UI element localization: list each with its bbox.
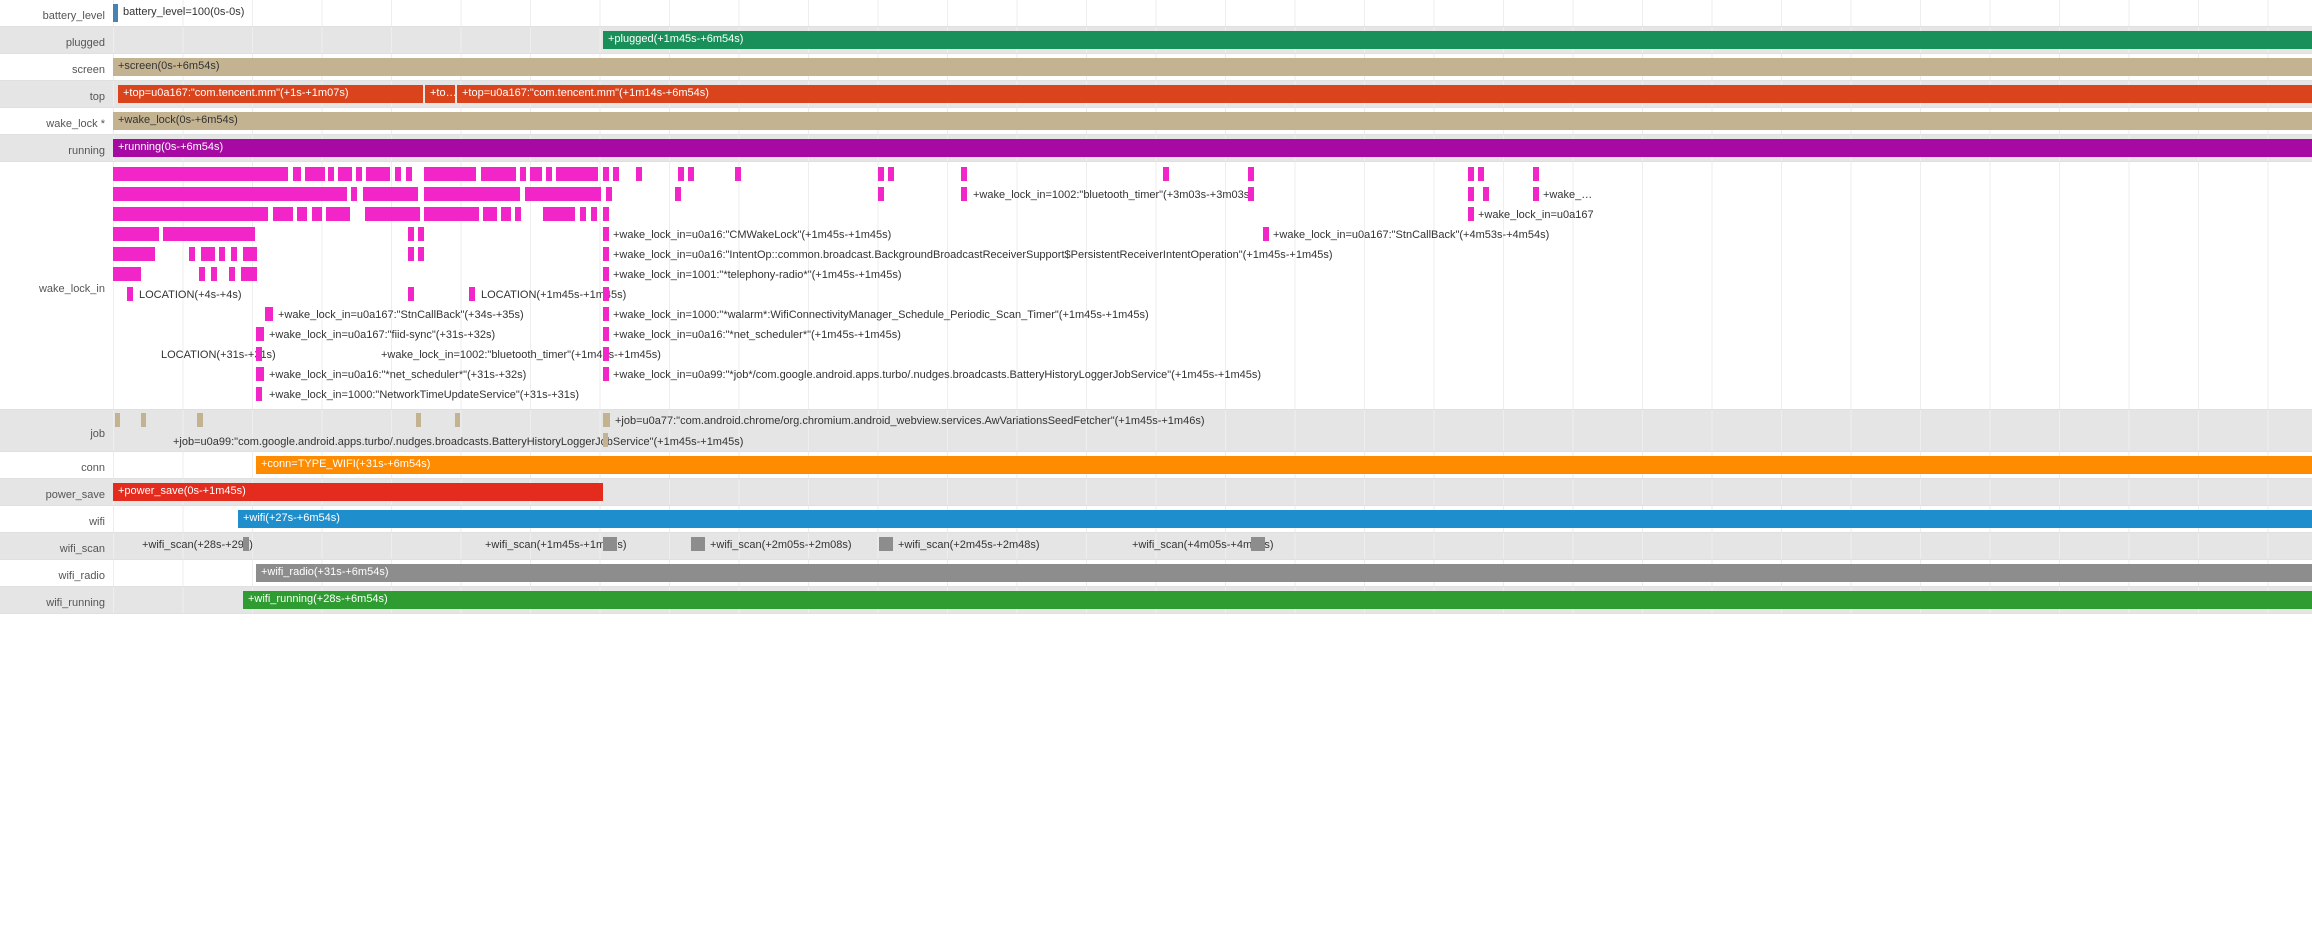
wl-lane-1 xyxy=(113,165,2312,185)
label-wake-lock: wake_lock * xyxy=(0,108,113,134)
wl-lane-4: +wake_lock_in=u0a16:"CMWakeLock"(+1m45s-… xyxy=(113,225,2312,245)
track-conn[interactable]: +conn=TYPE_WIFI(+31s-+6m54s) xyxy=(113,452,2312,478)
wl-l3: +wake_lock_in=u0a16:"*net_scheduler*"(+3… xyxy=(269,365,526,381)
wl-l14: +wake_lock_in=u0a167 xyxy=(1478,205,1594,221)
bar-wifi[interactable]: +wifi(+27s-+6m54s) xyxy=(238,510,2312,528)
wl-l6: +wake_lock_in=u0a16:"CMWakeLock"(+1m45s-… xyxy=(613,225,891,241)
wl-lane-11: +wake_lock_in=u0a16:"*net_scheduler*"(+3… xyxy=(113,365,2312,385)
wl-l10: +wake_lock_in=u0a16:"*net_scheduler*"(+1… xyxy=(613,325,901,341)
label-wifi: wifi xyxy=(0,506,113,532)
wl-l2: +wake_lock_in=u0a167:"fiid-sync"(+31s-+3… xyxy=(269,325,495,341)
wl-l15: +wake_… xyxy=(1543,185,1592,201)
bar-top-2[interactable]: +to… xyxy=(425,85,455,103)
wl-lane-6: +wake_lock_in=1001:"*telephony-radio*"(+… xyxy=(113,265,2312,285)
wl-blk[interactable] xyxy=(113,167,288,181)
wl-lane-3: +wake_lock_in=u0a167 xyxy=(113,205,2312,225)
label-screen: screen xyxy=(0,54,113,80)
job-t2: +job=u0a77:"com.android.chrome/org.chrom… xyxy=(615,411,1204,427)
wl-lane-9: +wake_lock_in=u0a167:"fiid-sync"(+31s-+3… xyxy=(113,325,2312,345)
row-wifi-running: wifi_running +wifi_running(+28s-+6m54s) xyxy=(0,587,2312,614)
row-top: top +top=u0a167:"com.tencent.mm"(+1s-+1m… xyxy=(0,81,2312,108)
ws3: +wifi_scan(+2m05s-+2m08s) xyxy=(710,535,852,551)
wl-l11: +wake_lock_in=u0a99:"*job*/com.google.an… xyxy=(613,365,1261,381)
wl-lane-10: LOCATION(+31s-+31s) +wake_lock_in=1002:"… xyxy=(113,345,2312,365)
bar-battery-level[interactable] xyxy=(113,4,118,22)
track-wifi[interactable]: +wifi(+27s-+6m54s) xyxy=(113,506,2312,532)
row-wifi-radio: wifi_radio +wifi_radio(+31s-+6m54s) xyxy=(0,560,2312,587)
row-power-save: power_save +power_save(0s-+1m45s) xyxy=(0,479,2312,506)
bar-top-3[interactable]: +top=u0a167:"com.tencent.mm"(+1m14s-+6m5… xyxy=(457,85,2312,103)
label-wifi-radio: wifi_radio xyxy=(0,560,113,586)
ws1: +wifi_scan(+28s-+29s) xyxy=(142,535,253,551)
wl-lane-7: LOCATION(+4s-+4s) LOCATION(+1m45s-+1m45s… xyxy=(113,285,2312,305)
row-battery-level: battery_level battery_level=100(0s-0s) xyxy=(0,0,2312,27)
bar-power-save[interactable]: +power_save(0s-+1m45s) xyxy=(113,483,603,501)
wl-l5: +wake_lock_in=1002:"bluetooth_timer"(+1m… xyxy=(381,345,661,361)
txt-battery-level: battery_level=100(0s-0s) xyxy=(123,2,244,18)
wl-lane-2: +wake_lock_in=1002:"bluetooth_timer"(+3m… xyxy=(113,185,2312,205)
row-wifi-scan: wifi_scan +wifi_scan(+28s-+29s) +wifi_sc… xyxy=(0,533,2312,560)
label-power-save: power_save xyxy=(0,479,113,505)
bar-wifi-running[interactable]: +wifi_running(+28s-+6m54s) xyxy=(243,591,2312,609)
track-plugged[interactable]: +plugged(+1m45s-+6m54s) xyxy=(113,27,2312,53)
label-battery-level: battery_level xyxy=(0,0,113,26)
bar-running[interactable]: +running(0s-+6m54s) xyxy=(113,139,2312,157)
track-wifi-running[interactable]: +wifi_running(+28s-+6m54s) xyxy=(113,587,2312,613)
wl-lane-5: +wake_lock_in=u0a16:"IntentOp::common.br… xyxy=(113,245,2312,265)
label-running: running xyxy=(0,135,113,161)
track-wake-lock-in[interactable]: +wake_lock_in=1002:"bluetooth_timer"(+3m… xyxy=(113,162,2312,409)
row-wifi: wifi +wifi(+27s-+6m54s) xyxy=(0,506,2312,533)
bar-wake-lock[interactable]: +wake_lock(0s-+6m54s) xyxy=(113,112,2312,130)
bar-top-1[interactable]: +top=u0a167:"com.tencent.mm"(+1s-+1m07s) xyxy=(118,85,423,103)
track-top[interactable]: +top=u0a167:"com.tencent.mm"(+1s-+1m07s)… xyxy=(113,81,2312,107)
label-top: top xyxy=(0,81,113,107)
row-wake-lock: wake_lock * +wake_lock(0s-+6m54s) xyxy=(0,108,2312,135)
bar-conn[interactable]: +conn=TYPE_WIFI(+31s-+6m54s) xyxy=(256,456,2312,474)
track-wake-lock[interactable]: +wake_lock(0s-+6m54s) xyxy=(113,108,2312,134)
wl-l8: +wake_lock_in=1001:"*telephony-radio*"(+… xyxy=(613,265,901,281)
label-wifi-running: wifi_running xyxy=(0,587,113,613)
label-plugged: plugged xyxy=(0,27,113,53)
label-conn: conn xyxy=(0,452,113,478)
wl-l7: +wake_lock_in=u0a16:"IntentOp::common.br… xyxy=(613,245,1333,261)
wl-l13: +wake_lock_in=u0a167:"StnCallBack"(+4m53… xyxy=(1273,225,1549,241)
label-job: job xyxy=(0,410,113,451)
wl-l1: +wake_lock_in=u0a167:"StnCallBack"(+34s-… xyxy=(278,305,524,321)
bar-screen[interactable]: +screen(0s-+6m54s) xyxy=(113,58,2312,76)
bar-wifi-radio[interactable]: +wifi_radio(+31s-+6m54s) xyxy=(256,564,2312,582)
track-battery-level[interactable]: battery_level=100(0s-0s) xyxy=(113,0,2312,26)
track-wifi-radio[interactable]: +wifi_radio(+31s-+6m54s) xyxy=(113,560,2312,586)
track-running[interactable]: +running(0s-+6m54s) xyxy=(113,135,2312,161)
row-plugged: plugged +plugged(+1m45s-+6m54s) xyxy=(0,27,2312,54)
wl-l12: +wake_lock_in=1002:"bluetooth_timer"(+3m… xyxy=(973,185,1253,201)
track-wifi-scan[interactable]: +wifi_scan(+28s-+29s) +wifi_scan(+1m45s-… xyxy=(113,533,2312,559)
bar-plugged[interactable]: +plugged(+1m45s-+6m54s) xyxy=(603,31,2312,49)
row-job: job +job=u0a77:"com.android.chrome/org.c… xyxy=(0,410,2312,452)
row-conn: conn +conn=TYPE_WIFI(+31s-+6m54s) xyxy=(0,452,2312,479)
row-running: running +running(0s-+6m54s) xyxy=(0,135,2312,162)
label-wake-lock-in: wake_lock_in xyxy=(0,162,113,409)
wl-l9: +wake_lock_in=1000:"*walarm*:WifiConnect… xyxy=(613,305,1149,321)
wl-lane-12: +wake_lock_in=1000:"NetworkTimeUpdateSer… xyxy=(113,385,2312,405)
job-t1: +job=u0a99:"com.google.android.apps.turb… xyxy=(173,432,743,448)
track-job[interactable]: +job=u0a77:"com.android.chrome/org.chrom… xyxy=(113,410,2312,451)
label-wifi-scan: wifi_scan xyxy=(0,533,113,559)
timeline: battery_level battery_level=100(0s-0s) p… xyxy=(0,0,2312,614)
wl-lane-8: +wake_lock_in=u0a167:"StnCallBack"(+34s-… xyxy=(113,305,2312,325)
wl-loc1: LOCATION(+4s-+4s) xyxy=(139,285,242,301)
row-wake-lock-in: wake_lock_in xyxy=(0,162,2312,410)
track-power-save[interactable]: +power_save(0s-+1m45s) xyxy=(113,479,2312,505)
wl-l4: +wake_lock_in=1000:"NetworkTimeUpdateSer… xyxy=(269,385,579,401)
row-screen: screen +screen(0s-+6m54s) xyxy=(0,54,2312,81)
ws4: +wifi_scan(+2m45s-+2m48s) xyxy=(898,535,1040,551)
track-screen[interactable]: +screen(0s-+6m54s) xyxy=(113,54,2312,80)
